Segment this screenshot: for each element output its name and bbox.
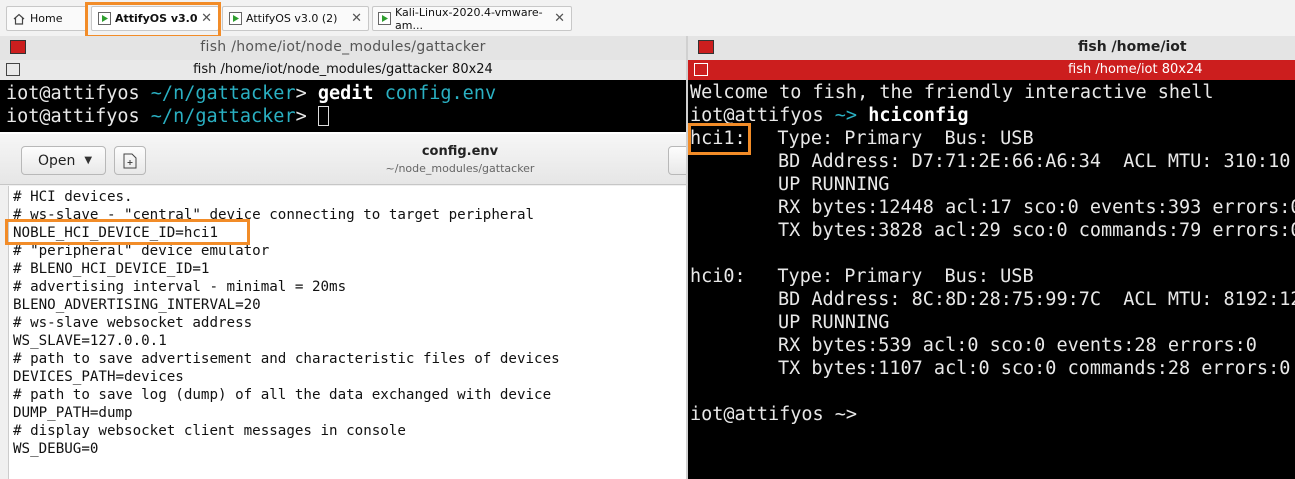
editor-line: # advertising interval - minimal = 20ms xyxy=(13,279,347,295)
gedit-headerbar: Open ▼ config.env ~/node_modules/gattacke… xyxy=(0,134,692,185)
terminal-line: TX bytes:3828 acl:29 sco:0 commands:79 e… xyxy=(778,220,1295,241)
terminal-line: BD Address: 8C:8D:28:75:99:7C ACL MTU: 8… xyxy=(778,289,1295,310)
editor-line: BLENO_ADVERTISING_INTERVAL=20 xyxy=(13,297,261,313)
chevron-down-icon: ▼ xyxy=(84,155,93,166)
open-button[interactable]: Open ▼ xyxy=(21,146,106,175)
terminal-icon xyxy=(698,40,714,54)
terminal-line: hci0: xyxy=(690,266,746,287)
terminal-line: iot@attifyos ~> xyxy=(690,404,858,425)
editor-line: # HCI devices. xyxy=(13,189,133,205)
terminal-tab-bar: fish /home/iot 80x24 xyxy=(688,60,1295,80)
home-icon xyxy=(12,12,26,26)
new-document-icon xyxy=(123,153,137,168)
editor-line: # BLENO_HCI_DEVICE_ID=1 xyxy=(13,261,210,277)
window-title: fish /home/iot/node_modules/gattacker xyxy=(200,39,486,55)
editor-line: # path to save advertisement and charact… xyxy=(13,351,560,367)
editor-line: # path to save log (dump) of all the dat… xyxy=(13,387,552,403)
editor-line: # display websocket client messages in c… xyxy=(13,423,406,439)
tab-label: AttifyOS v3.0 (2) xyxy=(246,12,338,25)
terminal-line: TX bytes:1107 acl:0 sco:0 commands:28 er… xyxy=(778,358,1291,379)
config-highlight-box xyxy=(5,219,250,245)
tab-home[interactable]: Home xyxy=(6,6,88,31)
split-icon[interactable] xyxy=(694,63,708,76)
tab-highlight-box xyxy=(85,2,221,38)
gedit-window: Open ▼ config.env ~/node_modules/gattacke… xyxy=(0,134,692,479)
hci1-highlight-box xyxy=(688,123,751,155)
left-terminal-window: fish /home/iot/node_modules/gattacker fi… xyxy=(0,36,692,479)
editor-line: # ws-slave websocket address xyxy=(13,315,253,331)
text-cursor xyxy=(317,106,329,126)
terminal-line: UP RUNNING xyxy=(778,174,890,195)
terminal-line: Type: Primary Bus: USB xyxy=(744,266,1034,287)
editor-line: DUMP_PATH=dump xyxy=(13,405,133,421)
terminal-line: RX bytes:12448 acl:17 sco:0 events:393 e… xyxy=(778,197,1295,218)
vm-play-icon xyxy=(378,12,391,26)
terminal-tab-title: fish /home/iot/node_modules/gattacker 80… xyxy=(193,62,493,77)
terminal-line: BD Address: D7:71:2E:66:A6:34 ACL MTU: 3… xyxy=(778,151,1291,172)
tab-label: Kali-Linux-2020.4-vmware-am... xyxy=(395,5,543,32)
document-path: ~/node_modules/gattacker xyxy=(385,162,535,175)
window-titlebar[interactable]: fish /home/iot/node_modules/gattacker xyxy=(0,36,686,61)
terminal-line: UP RUNNING xyxy=(778,312,890,333)
editor-line: WS_DEBUG=0 xyxy=(13,441,99,457)
tab-label: Home xyxy=(30,12,63,25)
window-titlebar[interactable]: fish /home/iot xyxy=(688,36,1295,61)
close-icon[interactable]: ✕ xyxy=(351,11,362,26)
new-document-button[interactable] xyxy=(114,146,146,175)
terminal-line: RX bytes:539 acl:0 sco:0 events:28 error… xyxy=(778,335,1257,356)
terminal-tab-bar: fish /home/iot/node_modules/gattacker 80… xyxy=(0,60,686,81)
tab-attifyos-2[interactable]: AttifyOS v3.0 (2) ✕ xyxy=(222,6,369,31)
terminal-output[interactable]: iot@attifyos ~/n/gattacker> gedit config… xyxy=(0,80,686,132)
terminal-line: Type: Primary Bus: USB xyxy=(744,128,1034,149)
close-icon[interactable]: ✕ xyxy=(554,11,565,26)
right-terminal-window: fish /home/iot fish /home/iot 80x24 Welc… xyxy=(686,36,1295,479)
tab-kali[interactable]: Kali-Linux-2020.4-vmware-am... ✕ xyxy=(372,5,572,32)
terminal-line: iot@attifyos ~/n/gattacker> xyxy=(6,105,329,128)
terminal-line: Welcome to fish, the friendly interactiv… xyxy=(690,82,1214,103)
editor-line: WS_SLAVE=127.0.0.1 xyxy=(13,333,167,349)
document-title: config.env xyxy=(421,144,499,159)
vm-play-icon xyxy=(228,12,242,26)
terminal-tab-title: fish /home/iot 80x24 xyxy=(1068,62,1203,77)
terminal-output[interactable]: Welcome to fish, the friendly interactiv… xyxy=(688,80,1295,479)
editor-line: DEVICES_PATH=devices xyxy=(13,369,184,385)
vm-tab-strip: Home AttifyOS v3.0 ✕ AttifyOS v3.0 (2) ✕… xyxy=(0,0,1295,38)
window-title: fish /home/iot xyxy=(1078,39,1187,55)
terminal-line: iot@attifyos ~/n/gattacker> gedit config… xyxy=(6,83,497,104)
